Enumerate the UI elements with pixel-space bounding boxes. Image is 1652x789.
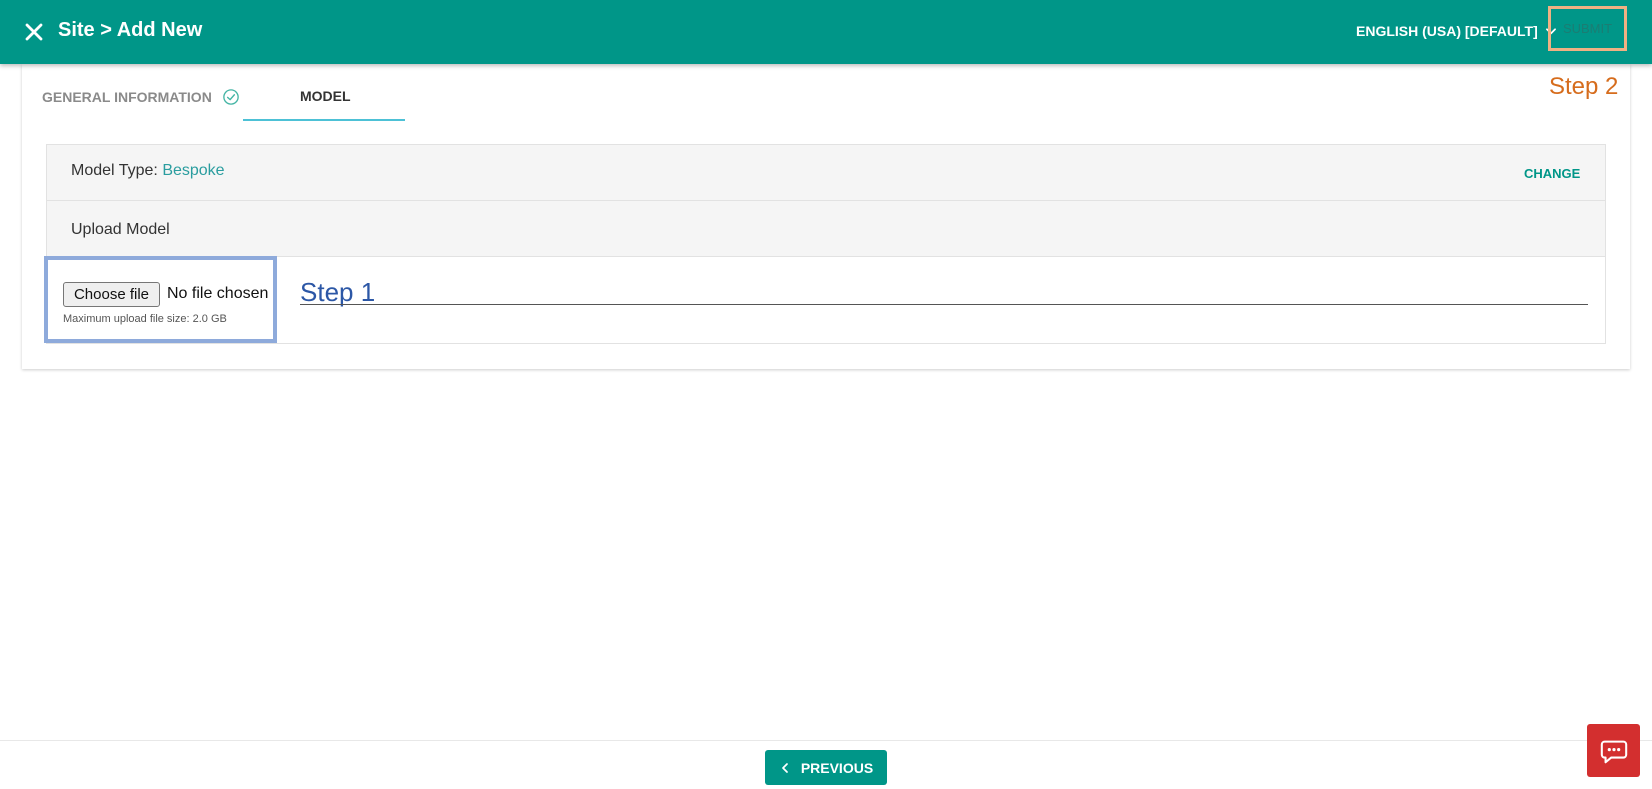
model-type: Model Type: Bespoke	[71, 162, 225, 180]
file-upload-control: Choose file No file chosen Maximum uploa…	[44, 256, 277, 343]
step1-underline	[300, 304, 1588, 305]
close-icon	[25, 23, 43, 41]
model-type-separator: :	[153, 162, 163, 179]
submit-button[interactable]: SUBMIT	[1548, 6, 1627, 51]
model-panel: Model Type: Bespoke CHANGE Upload Model	[46, 144, 1606, 344]
language-selector[interactable]: ENGLISH (USA) [DEFAULT]	[1356, 23, 1558, 39]
language-label: ENGLISH (USA) [DEFAULT]	[1356, 23, 1538, 39]
tab-general-information[interactable]: GENERAL INFORMATION	[42, 88, 240, 106]
change-button[interactable]: CHANGE	[1524, 166, 1580, 181]
footer-bar: PREVIOUS	[0, 740, 1652, 789]
previous-label: PREVIOUS	[800, 759, 874, 776]
upload-model-label: Upload Model	[71, 221, 170, 238]
chevron-left-icon	[781, 762, 788, 773]
tab-model[interactable]: MODEL	[300, 88, 351, 104]
chat-button[interactable]	[1587, 724, 1640, 777]
model-type-value: Bespoke	[162, 162, 225, 179]
upload-model-row: Upload Model	[47, 201, 1605, 257]
previous-button[interactable]: PREVIOUS	[765, 750, 887, 785]
chat-icon	[1600, 740, 1627, 763]
top-app-bar: Site > Add New ENGLISH (USA) [DEFAULT] S…	[0, 0, 1652, 64]
active-tab-indicator	[243, 119, 405, 121]
model-type-label: Model Type	[71, 162, 154, 179]
step2-annotation: Step 2	[1549, 73, 1619, 100]
page-title: Site > Add New	[58, 19, 203, 41]
choose-file-button[interactable]: Choose file	[63, 282, 160, 307]
file-status: No file chosen	[167, 285, 269, 302]
max-upload-size: Maximum upload file size: 2.0 GB	[63, 313, 227, 325]
close-button[interactable]	[20, 18, 48, 46]
tab-label: GENERAL INFORMATION	[42, 89, 212, 105]
model-type-row: Model Type: Bespoke CHANGE	[47, 145, 1605, 201]
check-circle-icon	[223, 89, 239, 105]
